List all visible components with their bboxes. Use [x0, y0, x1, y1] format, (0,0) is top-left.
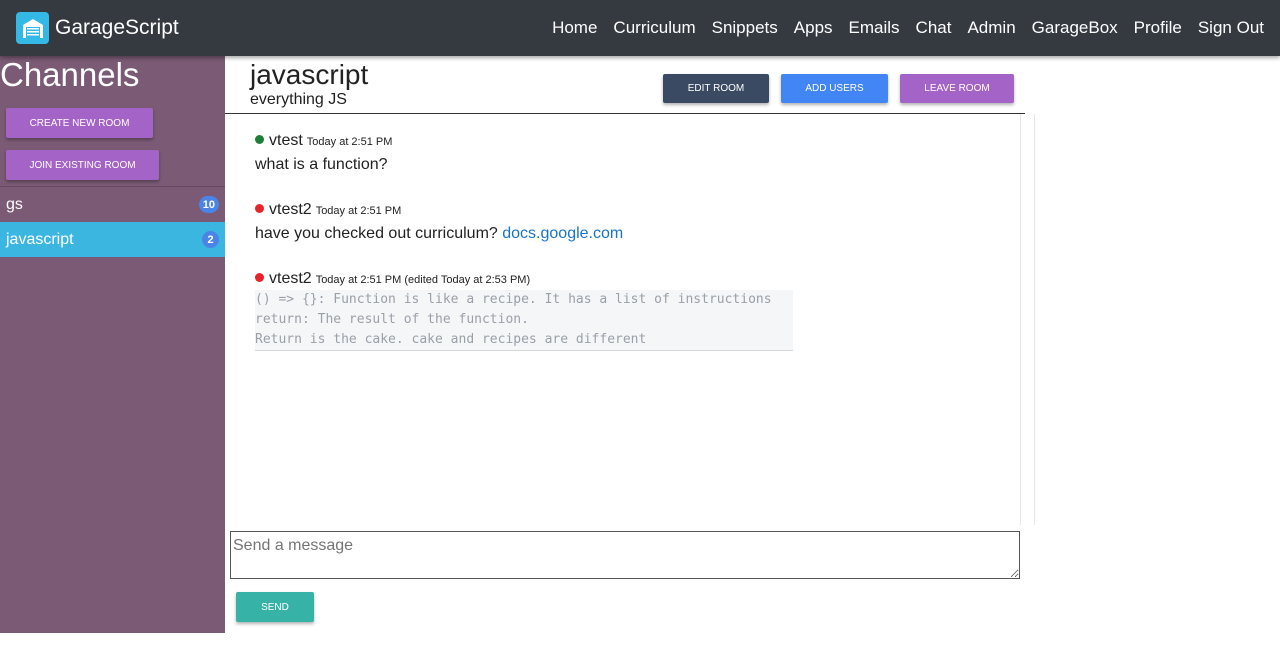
create-room-button[interactable]: CREATE NEW ROOM	[6, 108, 153, 138]
message-scrollbar[interactable]	[1020, 114, 1035, 525]
message-author[interactable]: vtest	[269, 132, 303, 150]
message-text: what is a function?	[255, 156, 388, 173]
message-timestamp: Today at 2:51 PM	[315, 205, 402, 217]
nav-emails[interactable]: Emails	[849, 18, 900, 38]
leave-room-button[interactable]: LEAVE ROOM	[900, 74, 1014, 103]
nav-chat[interactable]: Chat	[916, 18, 952, 38]
message-timestamp: Today at 2:51 PM (edited Today at 2:53 P…	[315, 274, 531, 286]
code-block: () => {}: Function is like a recipe. It …	[255, 290, 793, 351]
sidebar-title: Channels	[0, 56, 140, 93]
message-list: vtest Today at 2:51 PM what is a functio…	[225, 114, 1021, 525]
nav-links: Home Curriculum Snippets Apps Emails Cha…	[536, 0, 1264, 56]
room-name: gs	[6, 195, 23, 213]
offline-status-icon	[255, 204, 264, 213]
room-item-javascript[interactable]: javascript 2	[0, 222, 225, 257]
room-description: everything JS	[250, 91, 347, 108]
message: vtest2 Today at 2:51 PM (edited Today at…	[255, 270, 793, 351]
room-item-gs[interactable]: gs 10	[0, 187, 225, 222]
message-input[interactable]	[230, 531, 1020, 579]
offline-status-icon	[255, 273, 264, 282]
room-title: javascript	[250, 59, 369, 90]
code-line: Return is the cake. cake and recipes are…	[255, 332, 647, 347]
join-room-button[interactable]: JOIN EXISTING ROOM	[6, 150, 159, 180]
unread-count-badge: 2	[202, 231, 219, 248]
nav-apps[interactable]: Apps	[794, 18, 833, 38]
add-users-button[interactable]: ADD USERS	[781, 74, 888, 103]
nav-sign-out[interactable]: Sign Out	[1198, 18, 1264, 38]
message-text: have you checked out curriculum?	[255, 225, 498, 242]
message-author[interactable]: vtest2	[269, 270, 312, 288]
message-timestamp: Today at 2:51 PM	[306, 136, 393, 148]
nav-admin[interactable]: Admin	[967, 18, 1015, 38]
message-link[interactable]: docs.google.com	[502, 225, 623, 242]
edit-room-button[interactable]: EDIT ROOM	[663, 74, 769, 103]
room-name: javascript	[6, 230, 74, 248]
online-status-icon	[255, 135, 264, 144]
nav-curriculum[interactable]: Curriculum	[613, 18, 695, 38]
brand-link[interactable]: GarageScript	[16, 12, 179, 44]
nav-home[interactable]: Home	[552, 18, 597, 38]
send-button[interactable]: SEND	[236, 592, 314, 622]
nav-profile[interactable]: Profile	[1134, 18, 1182, 38]
top-navbar: GarageScript Home Curriculum Snippets Ap…	[0, 0, 1280, 56]
garage-logo-icon	[16, 12, 49, 44]
message: vtest2 Today at 2:51 PM have you checked…	[255, 201, 623, 243]
room-header: javascript everything JS EDIT ROOM ADD U…	[225, 56, 1025, 114]
nav-garagebox[interactable]: GarageBox	[1032, 18, 1118, 38]
message: vtest Today at 2:51 PM what is a functio…	[255, 132, 392, 174]
nav-snippets[interactable]: Snippets	[712, 18, 778, 38]
brand-name: GarageScript	[55, 16, 179, 39]
message-author[interactable]: vtest2	[269, 201, 312, 219]
channels-sidebar: Channels CREATE NEW ROOM JOIN EXISTING R…	[0, 56, 225, 633]
unread-count-badge: 10	[198, 196, 219, 213]
code-line: () => {}: Function is like a recipe. It …	[255, 292, 772, 307]
code-line: return: The result of the function.	[255, 312, 529, 327]
